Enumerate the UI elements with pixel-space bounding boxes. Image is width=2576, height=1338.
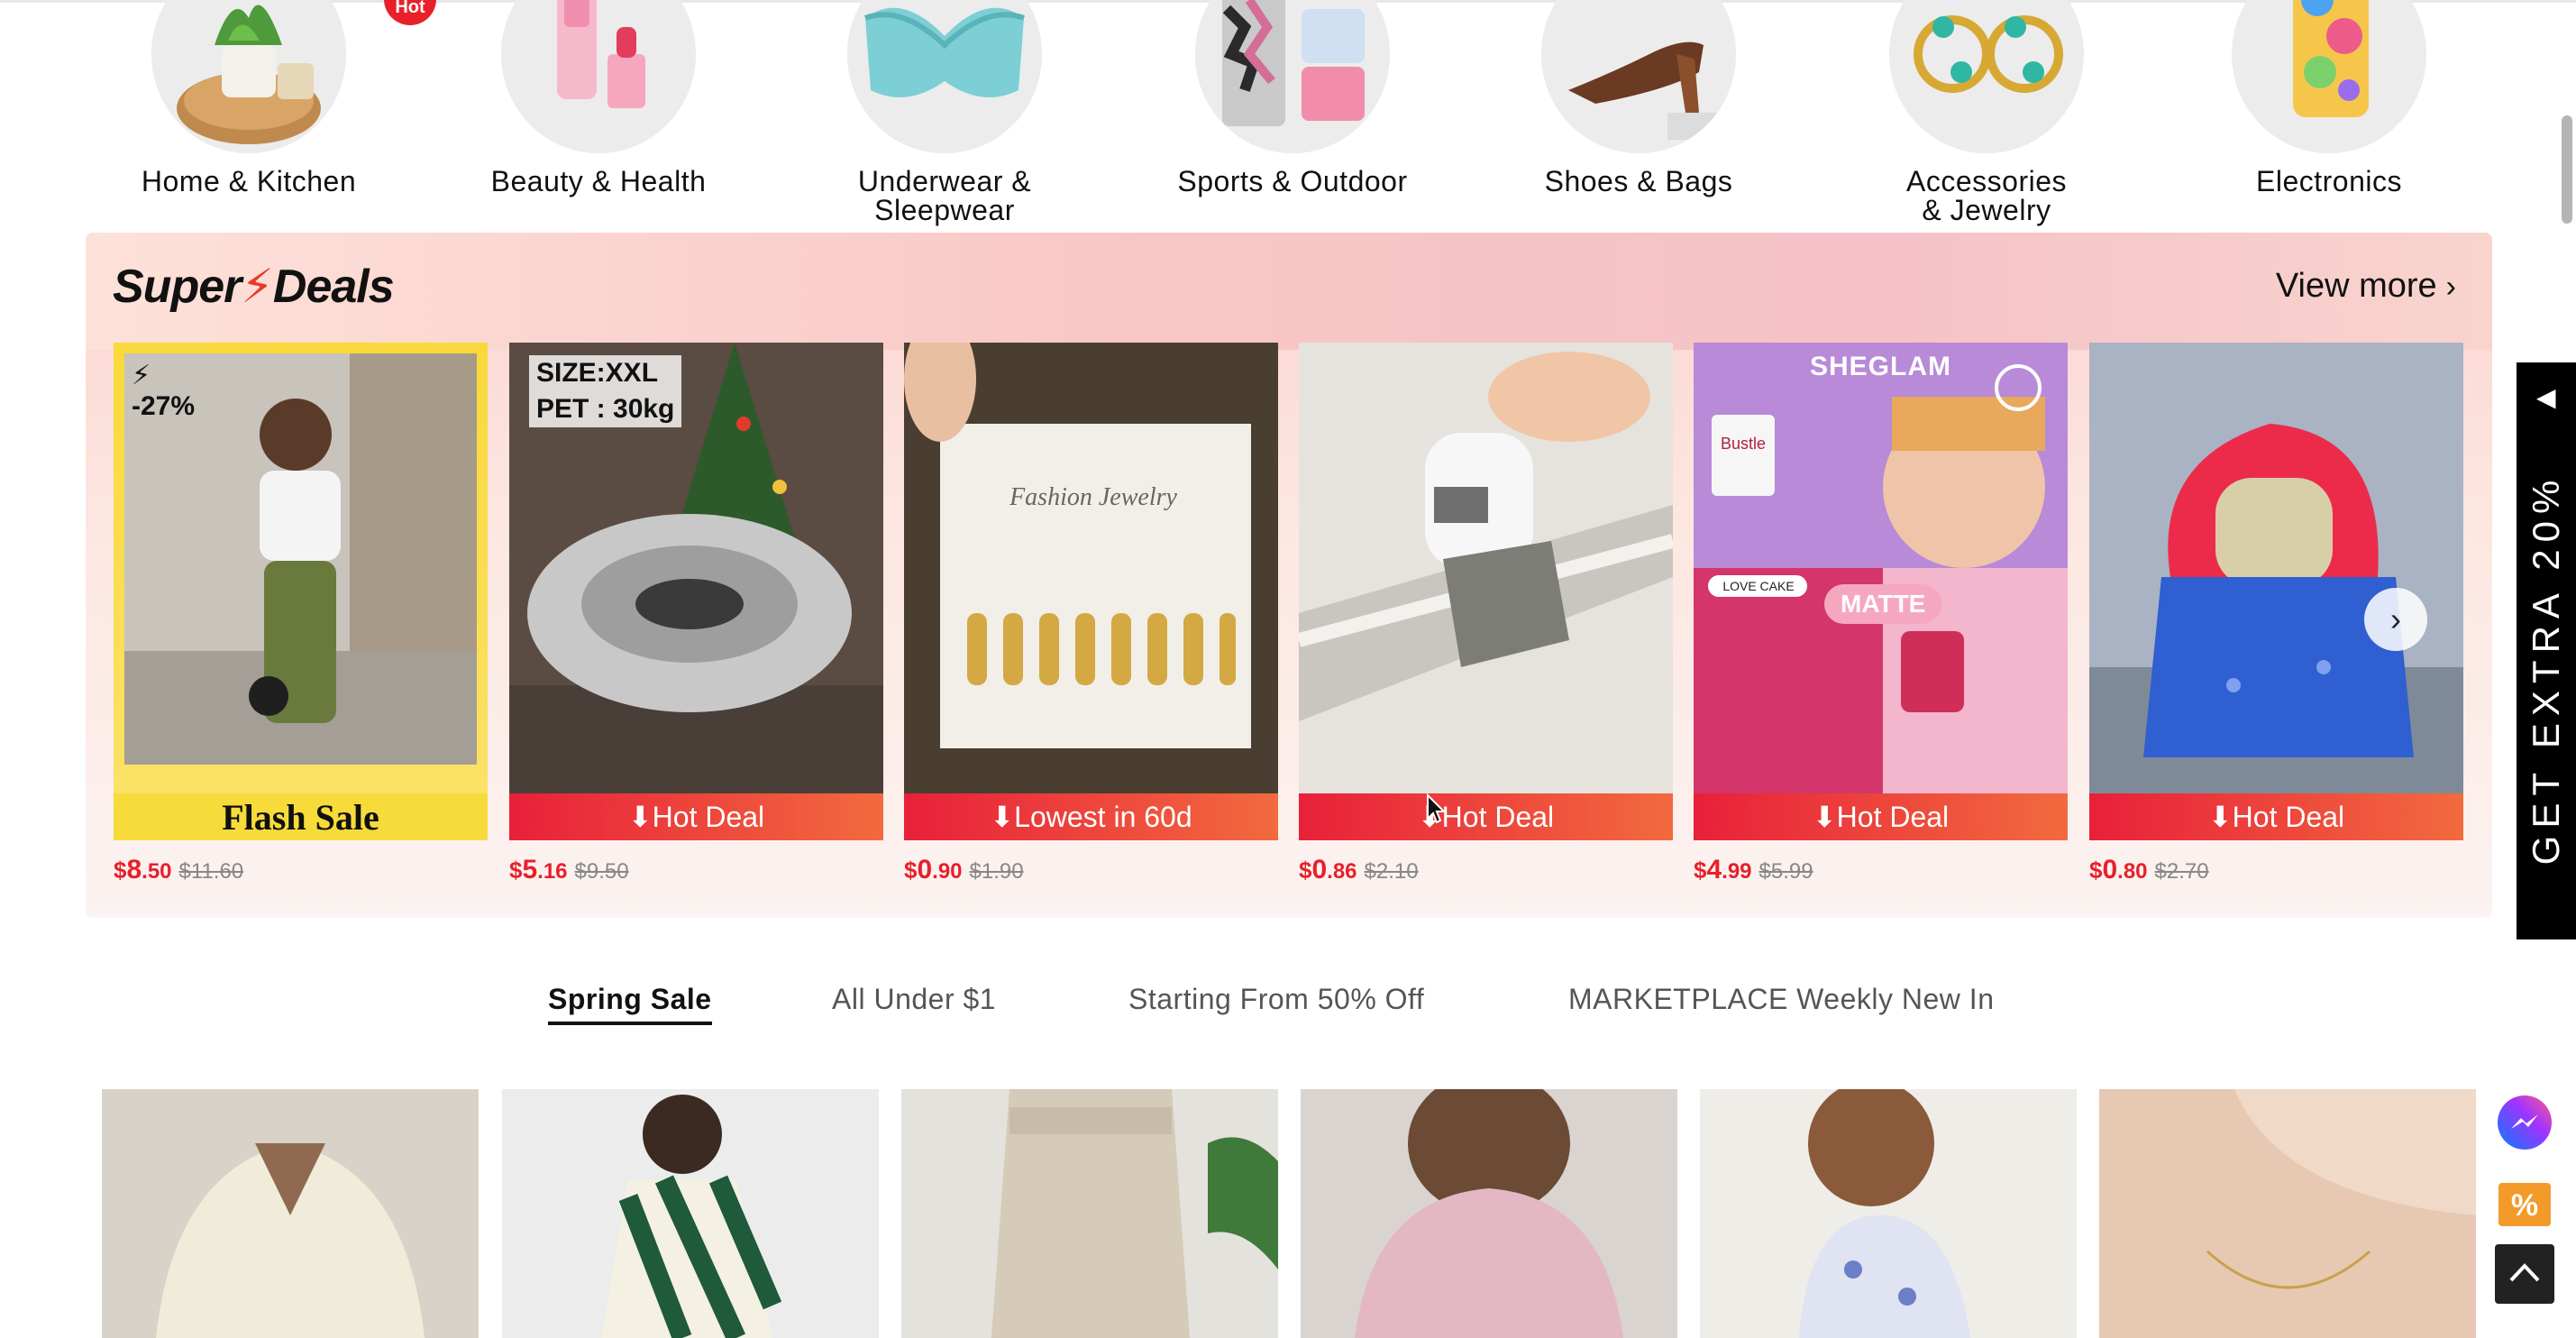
deal-product-card[interactable]: Bustle LOVE CAKE SHEGLAM MATTE ⬇ Hot Deal… xyxy=(1694,343,2068,884)
product-image: Bustle LOVE CAKE SHEGLAM MATTE xyxy=(1694,343,2068,793)
chevron-up-icon[interactable] xyxy=(2495,1244,2554,1304)
matte-label: MATTE xyxy=(1824,584,1942,624)
hot-deal-band: ⬇Hot Deal xyxy=(1694,793,2068,840)
product-image xyxy=(1301,1089,1677,1338)
product-price: $8.50 $11.60 xyxy=(114,855,244,884)
super-deals-section: Super⚡Deals View more › ⚡ -27% Flash Sal… xyxy=(86,233,2492,918)
product-image xyxy=(502,1089,879,1338)
category-image xyxy=(847,0,1042,153)
arrow-down-icon: ⬇ xyxy=(990,801,1015,833)
love-cake-label: LOVE CAKE xyxy=(1722,579,1794,593)
tab-starting-from-50-off[interactable]: Starting From 50% Off xyxy=(1128,983,1424,1016)
messenger-icon[interactable] xyxy=(2495,1093,2554,1152)
arrow-down-icon: ⬇ xyxy=(627,801,653,833)
page-scrollbar[interactable] xyxy=(2562,115,2572,224)
category-image xyxy=(1195,0,1390,153)
hot-deal-band: ⬇Hot Deal xyxy=(2089,793,2463,840)
category-label: Underwear & Sleepwear xyxy=(857,165,1032,226)
lightning-icon: ⚡ xyxy=(132,361,151,390)
flash-sale-label: Flash Sale xyxy=(114,793,488,840)
product-image xyxy=(901,1089,1278,1338)
product-price: $0.80 $2.70 xyxy=(2089,855,2209,884)
deal-product-card[interactable]: › ⬇ Hot Deal $0.80 $2.70 xyxy=(2089,343,2463,884)
product-tile[interactable] xyxy=(2099,1089,2476,1338)
category-label: Electronics xyxy=(2256,165,2402,197)
category-image xyxy=(501,0,696,153)
original-price: $5.99 xyxy=(1758,859,1813,884)
brand-label: SHEGLAM xyxy=(1810,352,1951,381)
product-image xyxy=(2099,1089,2476,1338)
product-price: $4.99 $5.99 xyxy=(1694,855,1813,884)
chevron-right-icon: › xyxy=(2445,270,2456,304)
caret-left-icon: ◀ xyxy=(2536,383,2556,411)
product-image xyxy=(1299,343,1673,793)
hot-deal-band: ⬇Hot Deal xyxy=(509,793,883,840)
category-label: Accessories & Jewelry xyxy=(1906,165,2067,226)
mouse-cursor-icon xyxy=(1427,793,1446,824)
super-deals-header-background xyxy=(86,233,2492,350)
arrow-down-icon: ⬇ xyxy=(2207,801,2233,833)
deal-product-card[interactable]: Fashion Jewelry ⬇ Lowest in 60d $0.90 $1.9… xyxy=(904,343,1278,884)
deal-product-card[interactable]: ⚡ -27% Flash Sale $8.50 $11.60 xyxy=(114,343,488,884)
product-image: Fashion Jewelry xyxy=(904,343,1278,793)
extra-discount-banner[interactable]: ◀ GET EXTRA 20% xyxy=(2517,362,2576,939)
category-label: Home & Kitchen xyxy=(141,165,357,197)
category-label: Shoes & Bags xyxy=(1544,165,1733,197)
product-image xyxy=(1700,1089,2077,1338)
collection-tabs: Spring Sale All Under $1 Starting From 5… xyxy=(0,983,2576,1037)
deal-product-card[interactable]: SIZE:XXL PET : 30kg ⬇ Hot Deal $5.16 $9.50 xyxy=(509,343,883,884)
super-deals-logo: Super⚡Deals xyxy=(113,261,395,313)
original-price: $1.90 xyxy=(969,859,1024,884)
category-label: Beauty & Health xyxy=(490,165,707,197)
category-image xyxy=(2232,0,2426,153)
product-price: $0.86 $2.10 xyxy=(1299,855,1419,884)
product-image: SIZE:XXL PET : 30kg xyxy=(509,343,883,793)
deal-product-card[interactable]: ⬇Hot Deal $0.86$2.10 xyxy=(1299,343,1673,884)
original-price: $11.60 xyxy=(178,859,244,884)
product-tile[interactable] xyxy=(1700,1089,2077,1338)
svg-text:%: % xyxy=(2511,1188,2538,1223)
discount-badge: ⚡ -27% xyxy=(132,361,196,421)
card-text: Fashion Jewelry xyxy=(1009,483,1177,511)
arrow-down-icon: ⬇ xyxy=(1812,801,1837,833)
product-price: $5.16 $9.50 xyxy=(509,855,629,884)
product-tile[interactable] xyxy=(1301,1089,1677,1338)
category-image xyxy=(1541,0,1736,153)
category-image xyxy=(1889,0,2084,153)
product-price: $0.90 $1.90 xyxy=(904,855,1024,884)
original-price: $2.70 xyxy=(2154,859,2209,884)
product-image: ⚡ -27% Flash Sale xyxy=(114,343,488,840)
view-more-link[interactable]: View more › xyxy=(2276,267,2456,306)
product-tile[interactable] xyxy=(502,1089,879,1338)
tab-marketplace-weekly-new-in[interactable]: MARKETPLACE Weekly New In xyxy=(1568,983,1994,1016)
page: Hot Home & Kitchen Beauty & Health Under… xyxy=(0,0,2576,1338)
original-price: $9.50 xyxy=(574,859,629,884)
product-image: › xyxy=(2089,343,2463,793)
product-tile[interactable] xyxy=(102,1089,479,1338)
bustle-sticker: Bustle xyxy=(1721,435,1766,453)
product-tile[interactable] xyxy=(901,1089,1278,1338)
extra-discount-text: GET EXTRA 20% xyxy=(2525,472,2567,866)
hot-deal-band: ⬇Hot Deal xyxy=(1299,793,1673,840)
chevron-right-icon: › xyxy=(2390,600,2401,637)
tab-spring-sale[interactable]: Spring Sale xyxy=(548,983,712,1025)
tab-all-under-1[interactable]: All Under $1 xyxy=(832,983,996,1016)
category-image xyxy=(151,0,346,153)
lowest-price-band: ⬇ Lowest in 60d xyxy=(904,793,1278,840)
category-label: Sports & Outdoor xyxy=(1177,165,1408,197)
carousel-next-button[interactable]: › xyxy=(2364,588,2427,651)
lightning-icon: ⚡ xyxy=(241,261,274,313)
percent-icon[interactable]: % xyxy=(2495,1174,2554,1233)
size-tag: SIZE:XXL PET : 30kg xyxy=(529,355,682,427)
product-image xyxy=(102,1089,479,1338)
hot-badge: Hot xyxy=(384,0,436,25)
original-price: $2.10 xyxy=(1364,859,1419,884)
